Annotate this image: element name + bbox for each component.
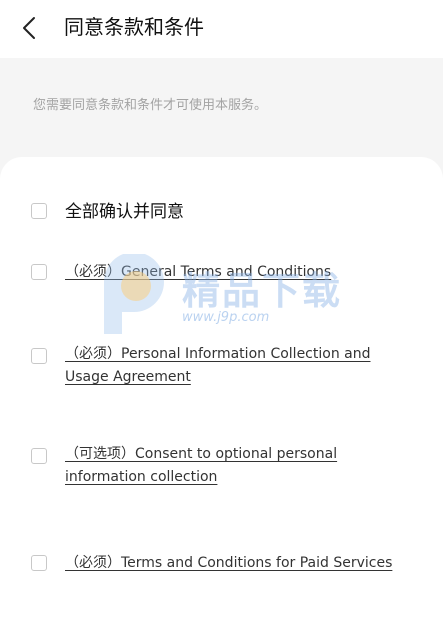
term-link-personal-info[interactable]: （必须）Personal Information Collection and …: [65, 343, 410, 389]
agree-all-checkbox[interactable]: [31, 203, 47, 219]
agree-all-label: 全部确认并同意: [65, 202, 184, 222]
agree-all-row[interactable]: 全部确认并同意: [0, 201, 443, 225]
term-link-paid-services[interactable]: （必须）Terms and Conditions for Paid Servic…: [65, 552, 410, 575]
term-checkbox-general[interactable]: [31, 264, 47, 280]
term-link-optional-info[interactable]: （可选项）Consent to optional personal inform…: [65, 443, 410, 489]
term-row-general[interactable]: （必须）General Terms and Conditions: [0, 261, 443, 285]
top-bar: 同意条款和条件: [0, 0, 443, 58]
term-row-optional-info[interactable]: （可选项）Consent to optional personal inform…: [0, 443, 443, 491]
terms-card: 全部确认并同意 （必须）General Terms and Conditions…: [0, 157, 443, 617]
page-title: 同意条款和条件: [64, 15, 204, 39]
term-row-personal-info[interactable]: （必须）Personal Information Collection and …: [0, 343, 443, 391]
back-button[interactable]: [14, 10, 50, 46]
term-link-general[interactable]: （必须）General Terms and Conditions: [65, 261, 410, 284]
terms-notice: 您需要同意条款和条件才可使用本服务。: [33, 98, 268, 113]
term-checkbox-paid-services[interactable]: [31, 555, 47, 571]
chevron-left-icon: [23, 17, 35, 39]
term-row-paid-services[interactable]: （必须）Terms and Conditions for Paid Servic…: [0, 552, 443, 576]
term-checkbox-personal-info[interactable]: [31, 348, 47, 364]
term-checkbox-optional-info[interactable]: [31, 448, 47, 464]
